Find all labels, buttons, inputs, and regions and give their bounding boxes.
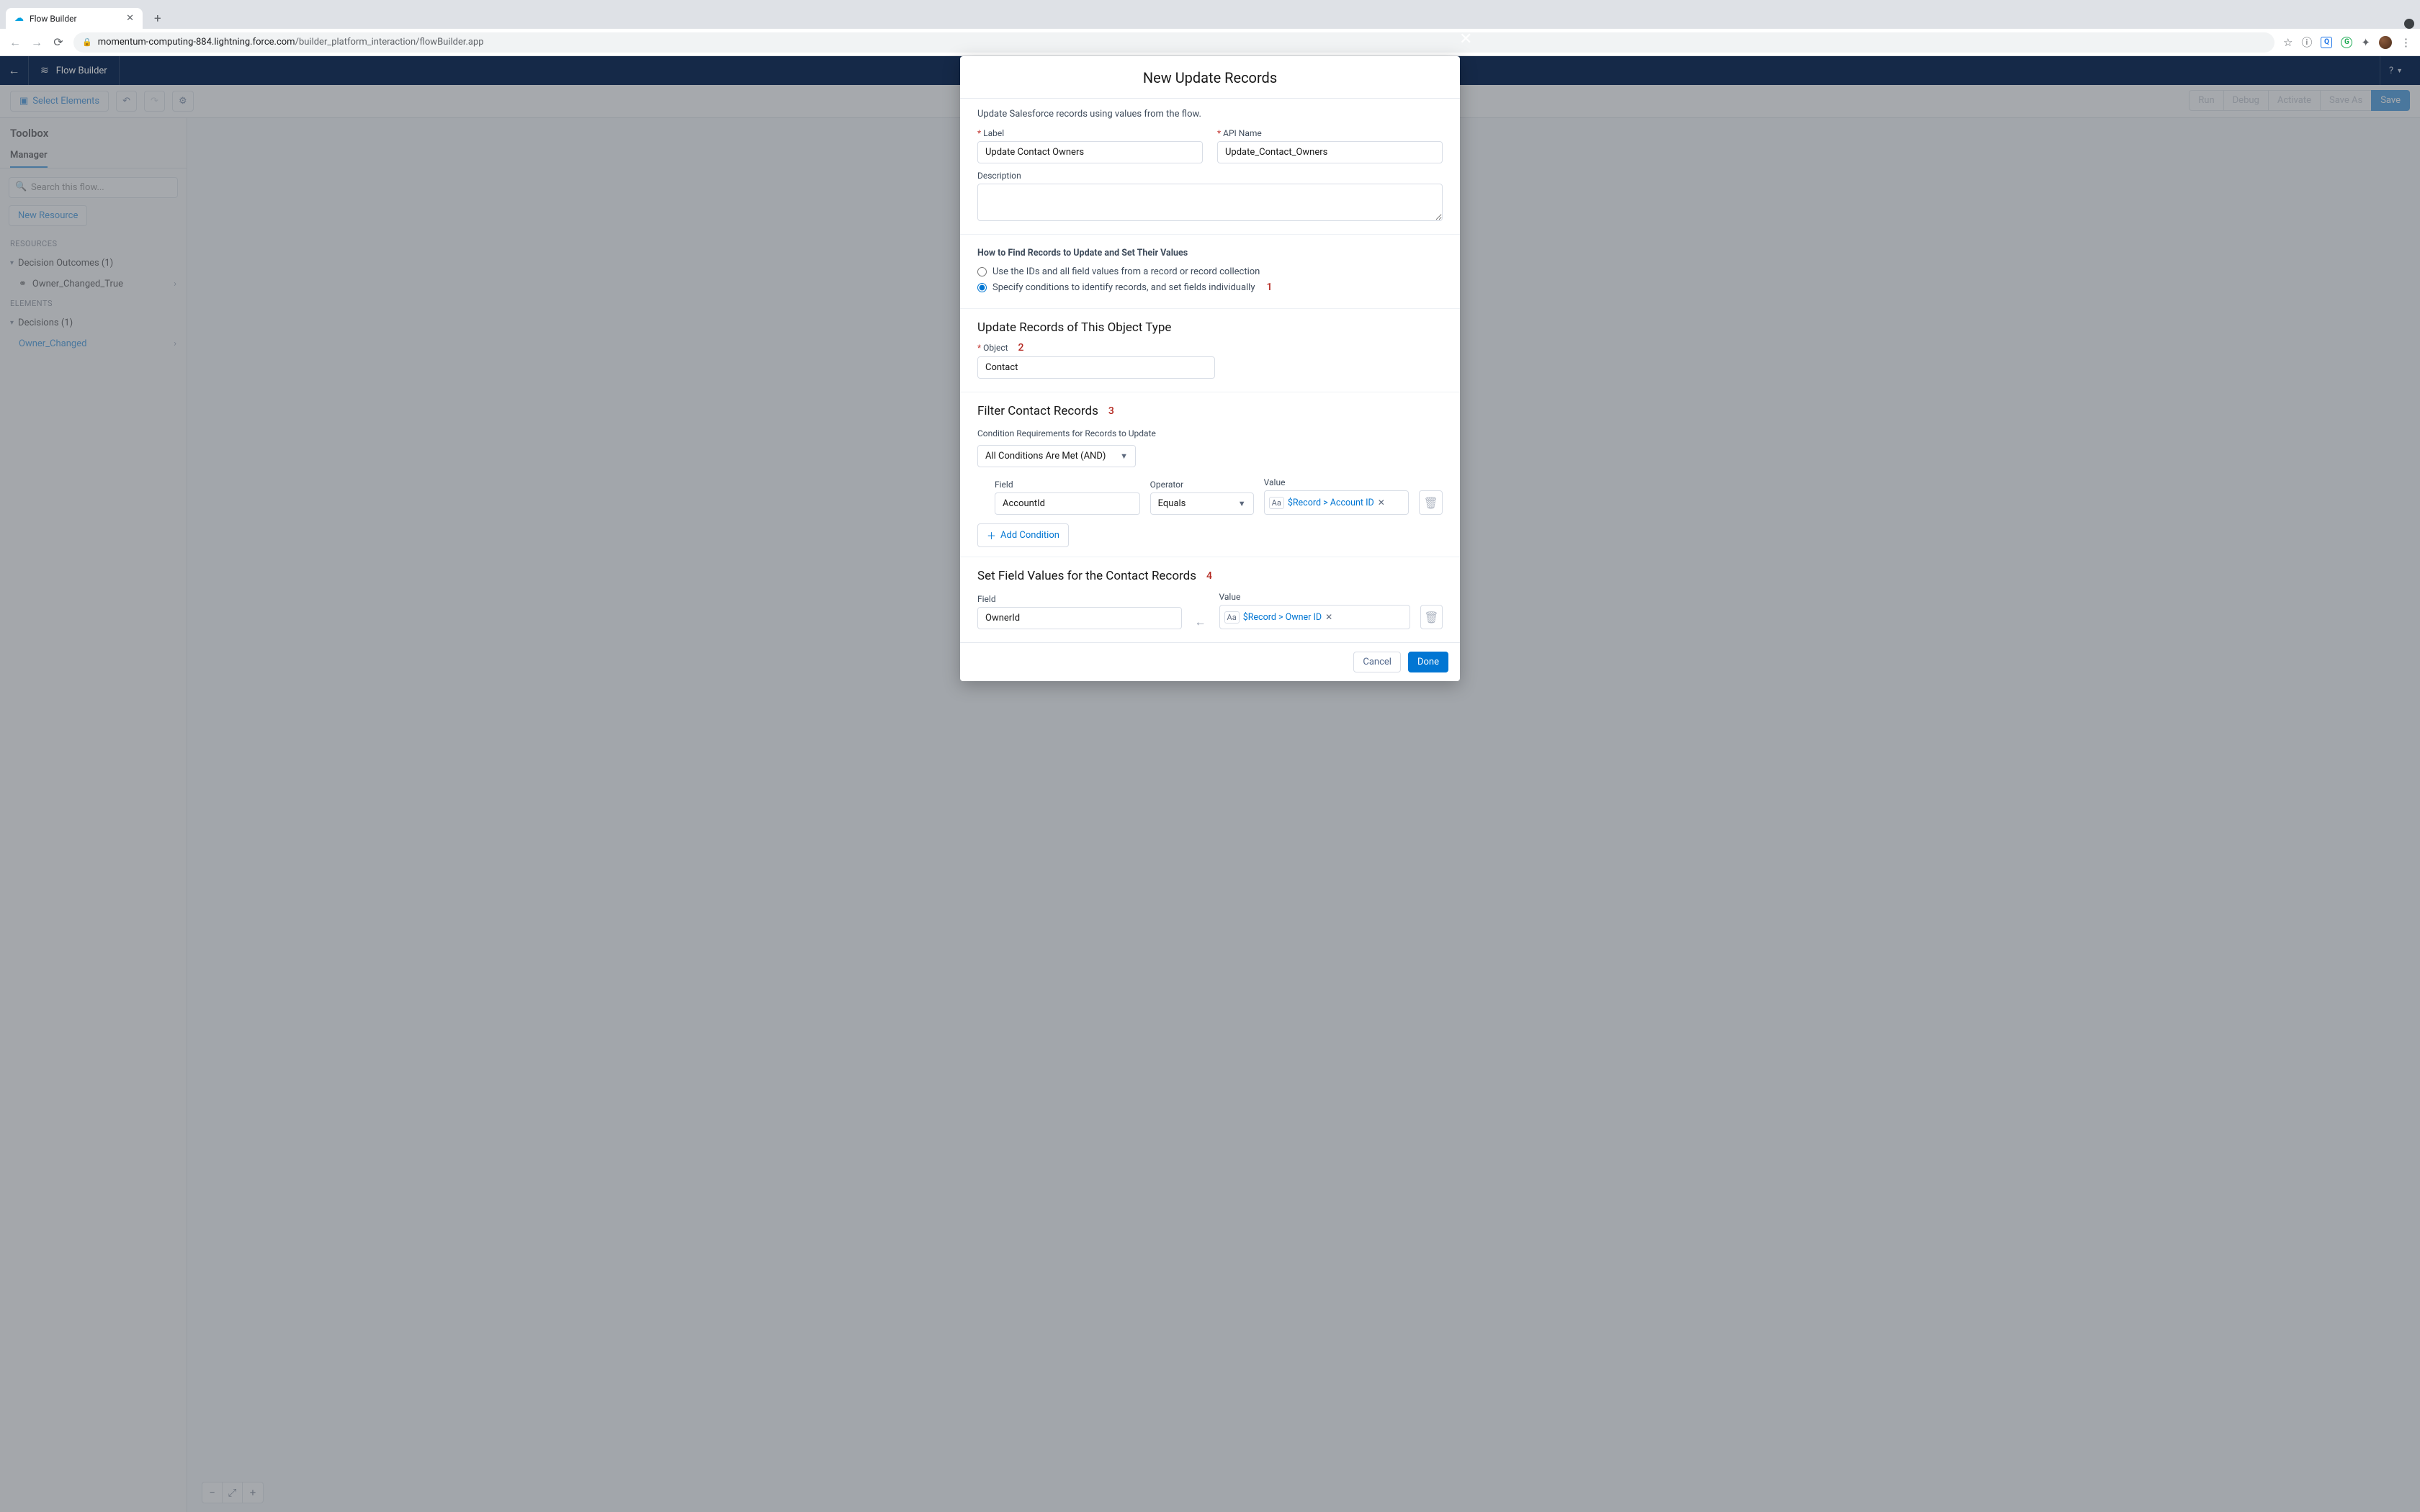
chevron-down-icon: ▼: [1238, 499, 1246, 508]
cond-req-value: All Conditions Are Met (AND): [985, 451, 1106, 462]
done-label: Done: [1417, 657, 1439, 667]
object-section-title: Update Records of This Object Type: [960, 309, 1460, 339]
radio-use-ids-input[interactable]: [977, 267, 987, 276]
api-name-label: API Name: [1217, 128, 1443, 138]
cancel-label: Cancel: [1363, 657, 1392, 667]
api-name-input[interactable]: [1217, 141, 1443, 163]
nav-reload-icon[interactable]: ⟳: [52, 35, 65, 49]
set-field-input[interactable]: [977, 607, 1182, 629]
extension-square-icon[interactable]: Q: [2321, 37, 2332, 48]
account-dot-icon[interactable]: [2404, 19, 2414, 29]
modal-close-x[interactable]: ✕: [1453, 30, 1478, 48]
object-input[interactable]: [977, 356, 1215, 379]
condition-requirements-select[interactable]: All Conditions Are Met (AND) ▼: [977, 445, 1136, 467]
profile-avatar-icon[interactable]: [2379, 36, 2392, 49]
modal-section-basic: Update Salesforce records using values f…: [960, 99, 1460, 235]
modal-backdrop: ✕ New Update Records Update Salesforce r…: [0, 56, 2420, 1512]
set-value-text: $Record > Owner ID: [1243, 612, 1322, 623]
done-button[interactable]: Done: [1408, 652, 1448, 672]
filter-operator-value: Equals: [1158, 498, 1186, 509]
new-tab-button[interactable]: +: [148, 9, 167, 29]
modal-helper-text: Update Salesforce records using values f…: [977, 109, 1443, 120]
arrow-left-icon: ←: [1192, 615, 1209, 629]
modal-footer: Cancel Done: [960, 642, 1460, 681]
set-value-input[interactable]: Aa $Record > Owner ID ✕: [1219, 605, 1410, 629]
object-section-text: Update Records of This Object Type: [977, 320, 1171, 335]
address-row: ← → ⟳ 🔒 momentum-computing-884.lightning…: [0, 29, 2420, 56]
url-host: momentum-computing-884.lightning.force.c…: [98, 37, 295, 48]
set-value-label: Value: [1219, 592, 1410, 602]
star-icon[interactable]: ☆: [2283, 36, 2293, 49]
filter-section-text: Filter Contact Records: [977, 404, 1098, 418]
kebab-menu-icon[interactable]: ⋮: [2401, 36, 2411, 49]
cancel-button[interactable]: Cancel: [1353, 652, 1401, 672]
modal-section-howto: How to Find Records to Update and Set Th…: [960, 235, 1460, 309]
set-value-pill: Aa $Record > Owner ID ✕: [1224, 611, 1333, 624]
radio-use-ids[interactable]: Use the IDs and all field values from a …: [977, 264, 1443, 279]
nav-back-icon[interactable]: ←: [9, 35, 22, 50]
filter-section-title: Filter Contact Records 3: [960, 392, 1460, 423]
radio-specify-label: Specify conditions to identify records, …: [992, 282, 1255, 293]
annotation-3: 3: [1108, 405, 1114, 417]
modal-section-object: * Object 2: [960, 339, 1460, 392]
radio-specify-input[interactable]: [977, 283, 987, 292]
filter-condition-row: Field Operator Equals ▼ Value: [960, 477, 1460, 515]
delete-condition-button[interactable]: 🗑: [1419, 490, 1443, 515]
object-label-text: Object: [983, 343, 1008, 353]
info-icon[interactable]: ⓘ: [2301, 35, 2312, 50]
browser-action-icons: ☆ ⓘ Q G ✦ ⋮: [2283, 35, 2411, 50]
nav-forward-icon: →: [30, 35, 43, 50]
extensions-puzzle-icon[interactable]: ✦: [2361, 36, 2370, 49]
delete-set-value-button[interactable]: 🗑: [1420, 605, 1443, 629]
extension-grammarly-icon[interactable]: G: [2341, 37, 2352, 48]
annotation-2: 2: [1018, 342, 1024, 354]
modal-body: Update Salesforce records using values f…: [960, 99, 1460, 642]
browser-chrome: ☁ Flow Builder ✕ + ← → ⟳ 🔒 momentum-comp…: [0, 0, 2420, 56]
set-value-row: Field ← Value Aa $Record > Owner ID ✕ 🗑: [960, 592, 1460, 642]
annotation-4: 4: [1206, 570, 1212, 582]
address-bar[interactable]: 🔒 momentum-computing-884.lightning.force…: [73, 32, 2275, 53]
label-label: Label: [977, 128, 1203, 138]
add-condition-button[interactable]: ＋ Add Condition: [977, 523, 1069, 547]
description-label: Description: [977, 171, 1443, 181]
object-label: * Object 2: [977, 342, 1215, 354]
update-records-modal: New Update Records Update Salesforce rec…: [960, 56, 1460, 681]
add-condition-label: Add Condition: [1000, 530, 1059, 541]
tab-title: Flow Builder: [30, 14, 77, 24]
text-type-icon: Aa: [1224, 611, 1240, 624]
pill-remove-icon[interactable]: ✕: [1325, 612, 1332, 622]
operator-col-label: Operator: [1150, 480, 1254, 490]
tab-close-icon[interactable]: ✕: [126, 13, 134, 24]
filter-field-input[interactable]: [995, 492, 1140, 515]
annotation-1: 1: [1267, 282, 1273, 293]
filter-operator-select[interactable]: Equals ▼: [1150, 492, 1254, 515]
radio-use-ids-label: Use the IDs and all field values from a …: [992, 266, 1260, 277]
value-col-label: Value: [1264, 477, 1410, 487]
lock-icon: 🔒: [82, 37, 92, 47]
browser-tab[interactable]: ☁ Flow Builder ✕: [6, 8, 143, 29]
set-values-section-title: Set Field Values for the Contact Records…: [960, 557, 1460, 588]
filter-value-pill: Aa $Record > Account ID ✕: [1269, 497, 1385, 509]
howto-heading: How to Find Records to Update and Set Th…: [977, 248, 1443, 258]
url-path: /builder_platform_interaction/flowBuilde…: [295, 37, 484, 48]
modal-title: New Update Records: [960, 56, 1460, 99]
label-input[interactable]: [977, 141, 1203, 163]
pill-remove-icon[interactable]: ✕: [1378, 498, 1385, 508]
description-input[interactable]: [977, 184, 1443, 221]
filter-value-input[interactable]: Aa $Record > Account ID ✕: [1264, 490, 1410, 515]
chevron-down-icon: ▼: [1120, 451, 1128, 461]
set-field-label: Field: [977, 594, 1182, 604]
cond-req-label: Condition Requirements for Records to Up…: [977, 428, 1156, 438]
filter-value-text: $Record > Account ID: [1288, 498, 1374, 508]
set-values-text: Set Field Values for the Contact Records: [977, 569, 1196, 583]
salesforce-cloud-icon: ☁: [14, 13, 24, 24]
plus-icon: ＋: [987, 528, 996, 542]
radio-specify-conditions[interactable]: Specify conditions to identify records, …: [977, 279, 1443, 295]
text-type-icon: Aa: [1269, 497, 1284, 509]
tab-strip: ☁ Flow Builder ✕ +: [0, 0, 2420, 29]
field-col-label: Field: [995, 480, 1140, 490]
